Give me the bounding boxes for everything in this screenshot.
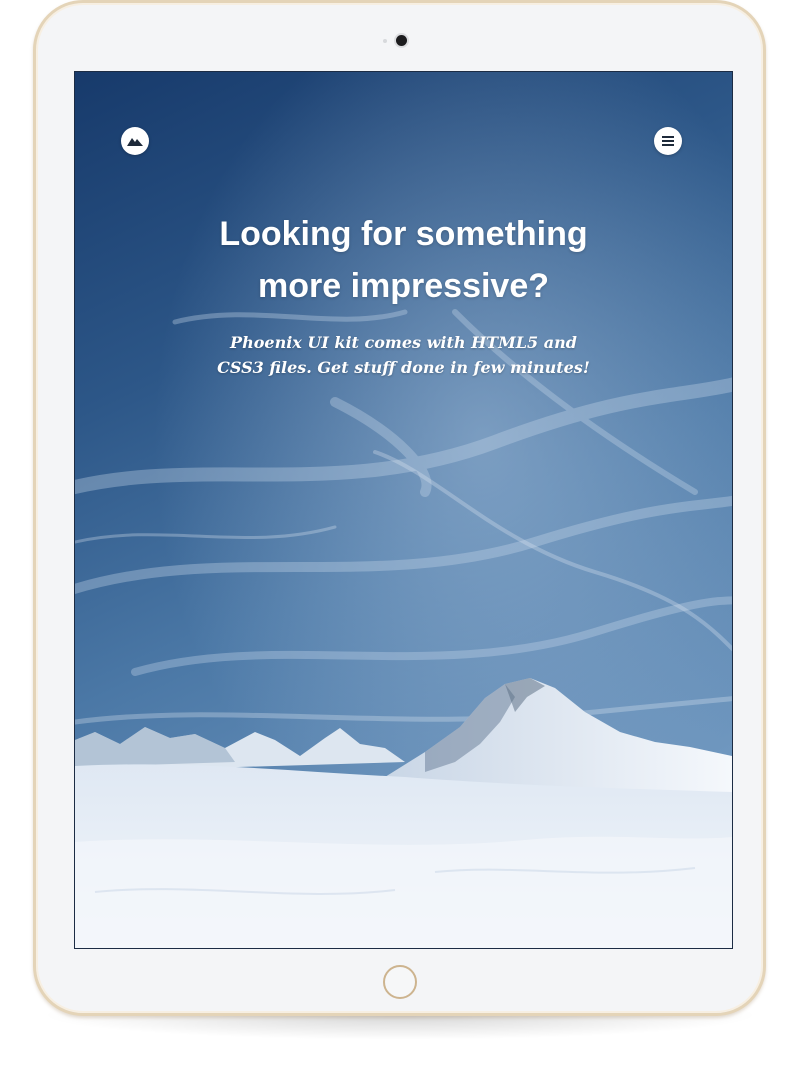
subtitle-line-1: Phoenix UI kit comes with HTML5 and [230, 333, 577, 352]
headline-line-2: more impressive? [257, 267, 550, 305]
front-camera [396, 35, 407, 46]
hero-headline: Looking for something more impressive? [75, 208, 732, 312]
hero-subtitle: Phoenix UI kit comes with HTML5 and CSS3… [75, 330, 732, 380]
tablet-device: Looking for something more impressive? P… [33, 0, 766, 1016]
logo-button[interactable] [121, 127, 149, 155]
subtitle-line-2: CSS3 files. Get stuff done in few minute… [217, 358, 590, 377]
menu-button[interactable] [654, 127, 682, 155]
home-button[interactable] [383, 965, 417, 999]
sensor-dot [383, 39, 387, 43]
hero-background-image [75, 72, 732, 948]
tablet-screen: Looking for something more impressive? P… [74, 71, 733, 949]
headline-line-1: Looking for something [219, 215, 588, 253]
mountain-logo-icon [127, 138, 143, 146]
hamburger-menu-icon [662, 136, 674, 146]
